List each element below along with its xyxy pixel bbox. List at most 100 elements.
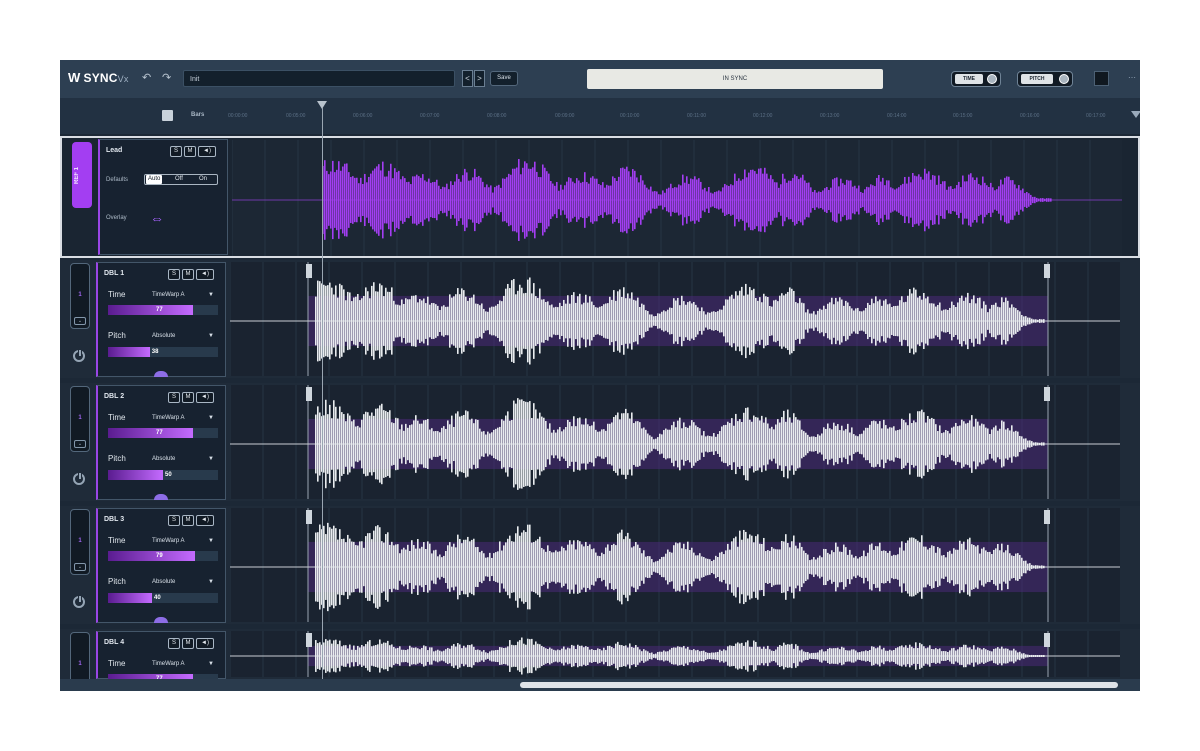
ref-selector[interactable]: REF 1 (72, 142, 92, 208)
waveform-bar (887, 650, 889, 662)
seg-auto[interactable]: Auto (146, 175, 163, 184)
solo-button[interactable]: S (168, 392, 180, 403)
dropdown-arrow-icon[interactable]: ▼ (208, 661, 214, 667)
solo-button[interactable]: S (170, 146, 182, 157)
waveform-bar (409, 299, 411, 343)
time-mode-dropdown[interactable]: TimeWarp A (152, 292, 185, 298)
zoom-label[interactable]: Bars (191, 112, 204, 118)
listen-button[interactable]: ◄) (196, 269, 214, 280)
solo-button[interactable]: S (168, 515, 180, 526)
seg-on[interactable]: On (199, 175, 207, 184)
listen-button[interactable]: ◄) (196, 515, 214, 526)
overlay-arrows-icon[interactable]: ⇔ (150, 210, 164, 226)
mute-button[interactable]: M (184, 146, 196, 157)
dropdown-arrow-icon[interactable]: ▼ (208, 415, 214, 421)
waveform-bar (999, 307, 1001, 335)
power-icon[interactable] (73, 472, 85, 485)
redo-icon[interactable]: ↷ (162, 71, 171, 84)
mute-button[interactable]: M (182, 638, 194, 649)
expand-handle-icon[interactable] (154, 494, 168, 500)
expand-handle-icon[interactable] (154, 371, 168, 377)
save-button[interactable]: Save (490, 71, 518, 86)
waveform-bar (413, 647, 415, 665)
waveform-bar (495, 428, 497, 460)
dub-waveform[interactable] (230, 262, 1120, 376)
time-amount-slider[interactable]: 79 (108, 551, 218, 561)
waveform-bar (815, 437, 817, 451)
playhead-line[interactable] (322, 108, 323, 688)
solo-button[interactable]: S (168, 638, 180, 649)
pitch-amount-slider[interactable]: 40 (108, 593, 218, 603)
dub-waveform[interactable] (230, 385, 1120, 499)
waveform-bar (567, 295, 569, 347)
waveform-bar (429, 304, 431, 338)
pitch-knob-icon[interactable] (1059, 74, 1069, 84)
mute-button[interactable]: M (182, 515, 194, 526)
dropdown-arrow-icon[interactable]: ▼ (208, 333, 214, 339)
waveform-bar (891, 427, 893, 461)
mute-button[interactable]: M (182, 392, 194, 403)
lead-waveform[interactable] (232, 140, 1122, 256)
end-marker-icon[interactable] (1131, 111, 1140, 118)
waveform-bar (725, 299, 727, 343)
ref-selector[interactable]: 1⌄ (70, 509, 90, 575)
time-mode-dropdown[interactable]: TimeWarp A (152, 661, 185, 667)
seg-off[interactable]: Off (175, 175, 183, 184)
next-preset-button[interactable]: > (474, 70, 485, 87)
ref-selector[interactable]: 1⌄ (70, 386, 90, 452)
waveform-bar (871, 298, 873, 344)
chevron-down-icon[interactable]: ⌄ (74, 563, 86, 571)
waveform-bar (782, 173, 784, 227)
menu-dots-icon[interactable]: ⋯ (1128, 73, 1136, 82)
horizontal-scrollbar[interactable] (60, 679, 1140, 691)
settings-square-button[interactable] (1094, 71, 1109, 86)
waveform-bar (461, 288, 463, 354)
undo-icon[interactable]: ↶ (142, 71, 151, 84)
expand-handle-icon[interactable] (154, 617, 168, 623)
timeline-ruler[interactable]: Bars 00:00:00 00:05:00 00:06:00 00:07:00 00:… (60, 98, 1140, 134)
pitch-toggle-button[interactable]: PITCH (1017, 71, 1073, 87)
waveform-bar (639, 649, 641, 663)
ruler-tick: 00:12:00 (753, 113, 773, 119)
listen-button[interactable]: ◄) (196, 638, 214, 649)
defaults-segmented-control[interactable]: Auto Off On (144, 174, 218, 185)
listen-button[interactable]: ◄) (196, 392, 214, 403)
power-icon[interactable] (73, 349, 85, 362)
chevron-down-icon[interactable]: ⌄ (74, 317, 86, 325)
dropdown-arrow-icon[interactable]: ▼ (208, 538, 214, 544)
waveform-bar (783, 541, 785, 593)
pitch-mode-dropdown[interactable]: Absolute (152, 333, 175, 339)
power-icon[interactable] (73, 595, 85, 608)
waveform-bar (535, 641, 537, 671)
solo-button[interactable]: S (168, 269, 180, 280)
dropdown-arrow-icon[interactable]: ▼ (208, 456, 214, 462)
dropdown-arrow-icon[interactable]: ▼ (208, 292, 214, 298)
time-amount-slider[interactable]: 77 (108, 305, 218, 315)
ref-selector[interactable]: 1⌄ (70, 263, 90, 329)
scrollbar-thumb[interactable] (520, 682, 1118, 688)
listen-button[interactable]: ◄) (198, 146, 216, 157)
time-toggle-button[interactable]: TIME (951, 71, 1001, 87)
pitch-mode-dropdown[interactable]: Absolute (152, 456, 175, 462)
mute-button[interactable]: M (182, 269, 194, 280)
waveform-bar (615, 415, 617, 473)
waveform-bar (693, 552, 695, 582)
time-amount-slider[interactable]: 77 (108, 428, 218, 438)
pitch-mode-dropdown[interactable]: Absolute (152, 579, 175, 585)
grid-toggle-icon[interactable] (162, 110, 173, 121)
waveform-bar (950, 186, 952, 214)
prev-preset-button[interactable]: < (462, 70, 473, 87)
preset-name-field[interactable]: Init (183, 70, 455, 87)
waveform-bar (575, 302, 577, 340)
dub-waveform[interactable] (230, 508, 1120, 622)
dropdown-arrow-icon[interactable]: ▼ (208, 579, 214, 585)
time-mode-dropdown[interactable]: TimeWarp A (152, 415, 185, 421)
waveform-bar (931, 303, 933, 339)
time-knob-icon[interactable] (987, 74, 997, 84)
pitch-amount-slider[interactable]: 50 (108, 470, 218, 480)
chevron-down-icon[interactable]: ⌄ (74, 440, 86, 448)
pitch-amount-slider[interactable]: 38 (108, 347, 218, 357)
time-mode-dropdown[interactable]: TimeWarp A (152, 538, 185, 544)
waveform-bar (361, 419, 363, 469)
dub-waveform[interactable] (230, 631, 1120, 677)
